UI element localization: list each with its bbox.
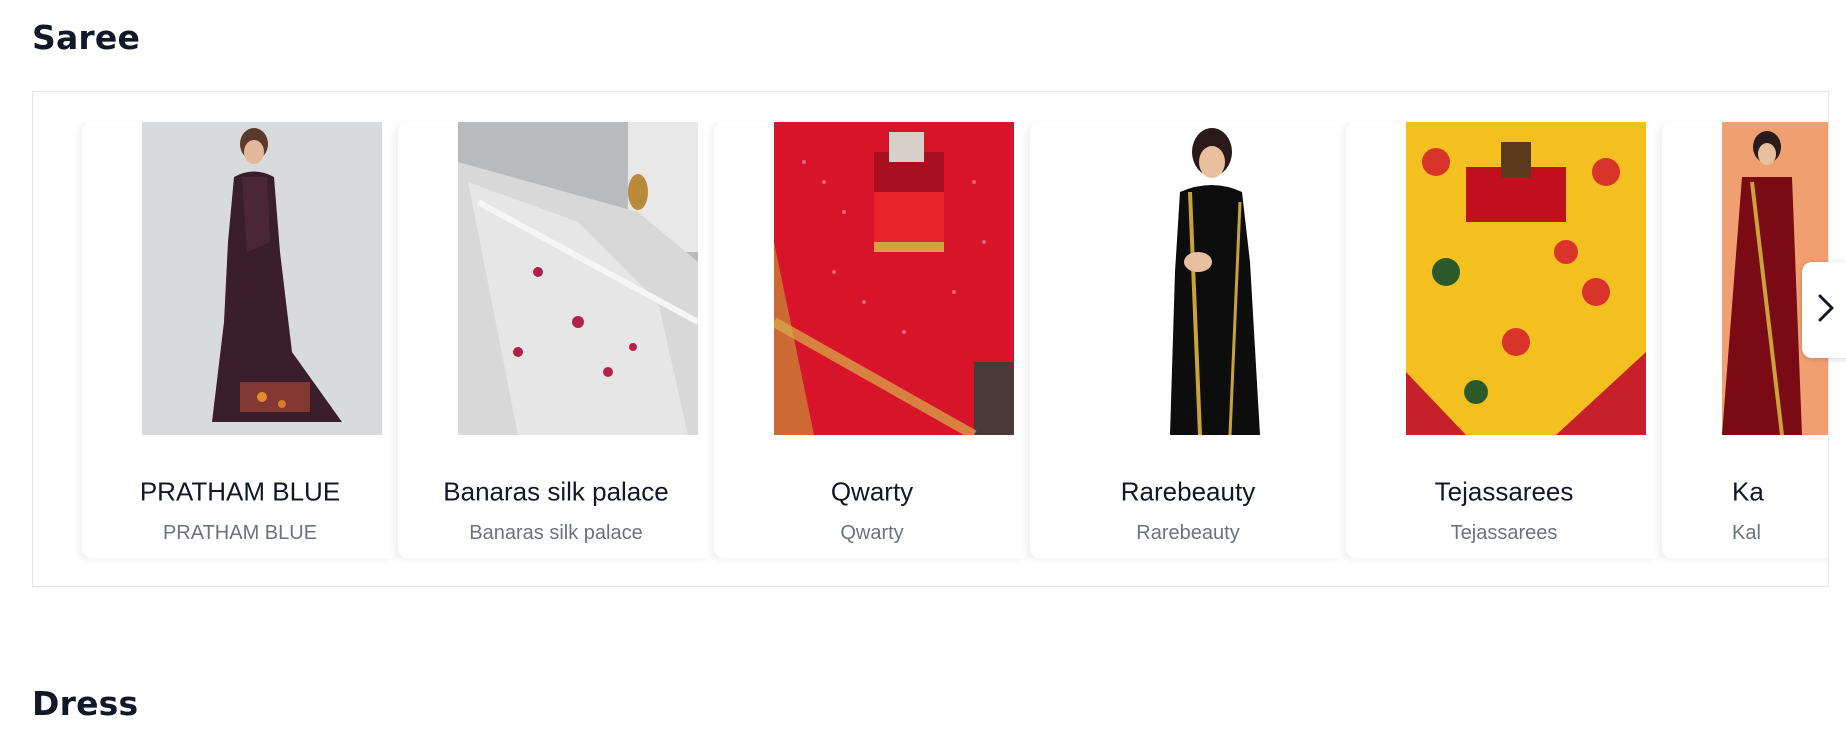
product-brand: Kal [1732,522,1761,544]
product-name: Rarebeauty [1120,476,1256,507]
section-title-saree: Saree [32,18,141,57]
carousel-track: PRATHAM BLUE PRATHAM BLUE Banaras silk p… [82,122,1828,558]
product-image[interactable] [1090,122,1330,435]
product-brand: Tejassarees [1450,522,1558,544]
chevron-right-icon [1816,293,1836,327]
product-brand: Rarebeauty [1136,522,1240,544]
carousel-next-button[interactable] [1802,262,1846,358]
product-image[interactable] [1406,122,1646,435]
product-name: Tejassarees [1434,476,1574,507]
product-image[interactable] [142,122,382,435]
product-card[interactable]: PRATHAM BLUE PRATHAM BLUE [82,122,398,558]
product-name: PRATHAM BLUE [139,476,341,507]
product-card[interactable]: Banaras silk palace Banaras silk palace [398,122,714,558]
product-brand: Banaras silk palace [469,522,643,544]
product-name: Ka [1732,476,1764,507]
product-name: Qwarty [830,476,914,507]
product-image[interactable] [774,122,1014,435]
product-name: Banaras silk palace [443,476,669,507]
product-card[interactable]: Tejassarees Tejassarees [1346,122,1662,558]
saree-carousel: PRATHAM BLUE PRATHAM BLUE Banaras silk p… [32,91,1829,587]
product-brand: PRATHAM BLUE [162,522,318,544]
product-card[interactable]: Qwarty Qwarty [714,122,1030,558]
product-card[interactable]: Rarebeauty Rarebeauty [1030,122,1346,558]
product-image[interactable] [458,122,698,435]
section-title-dress: Dress [32,684,139,723]
product-brand: Qwarty [840,522,904,544]
